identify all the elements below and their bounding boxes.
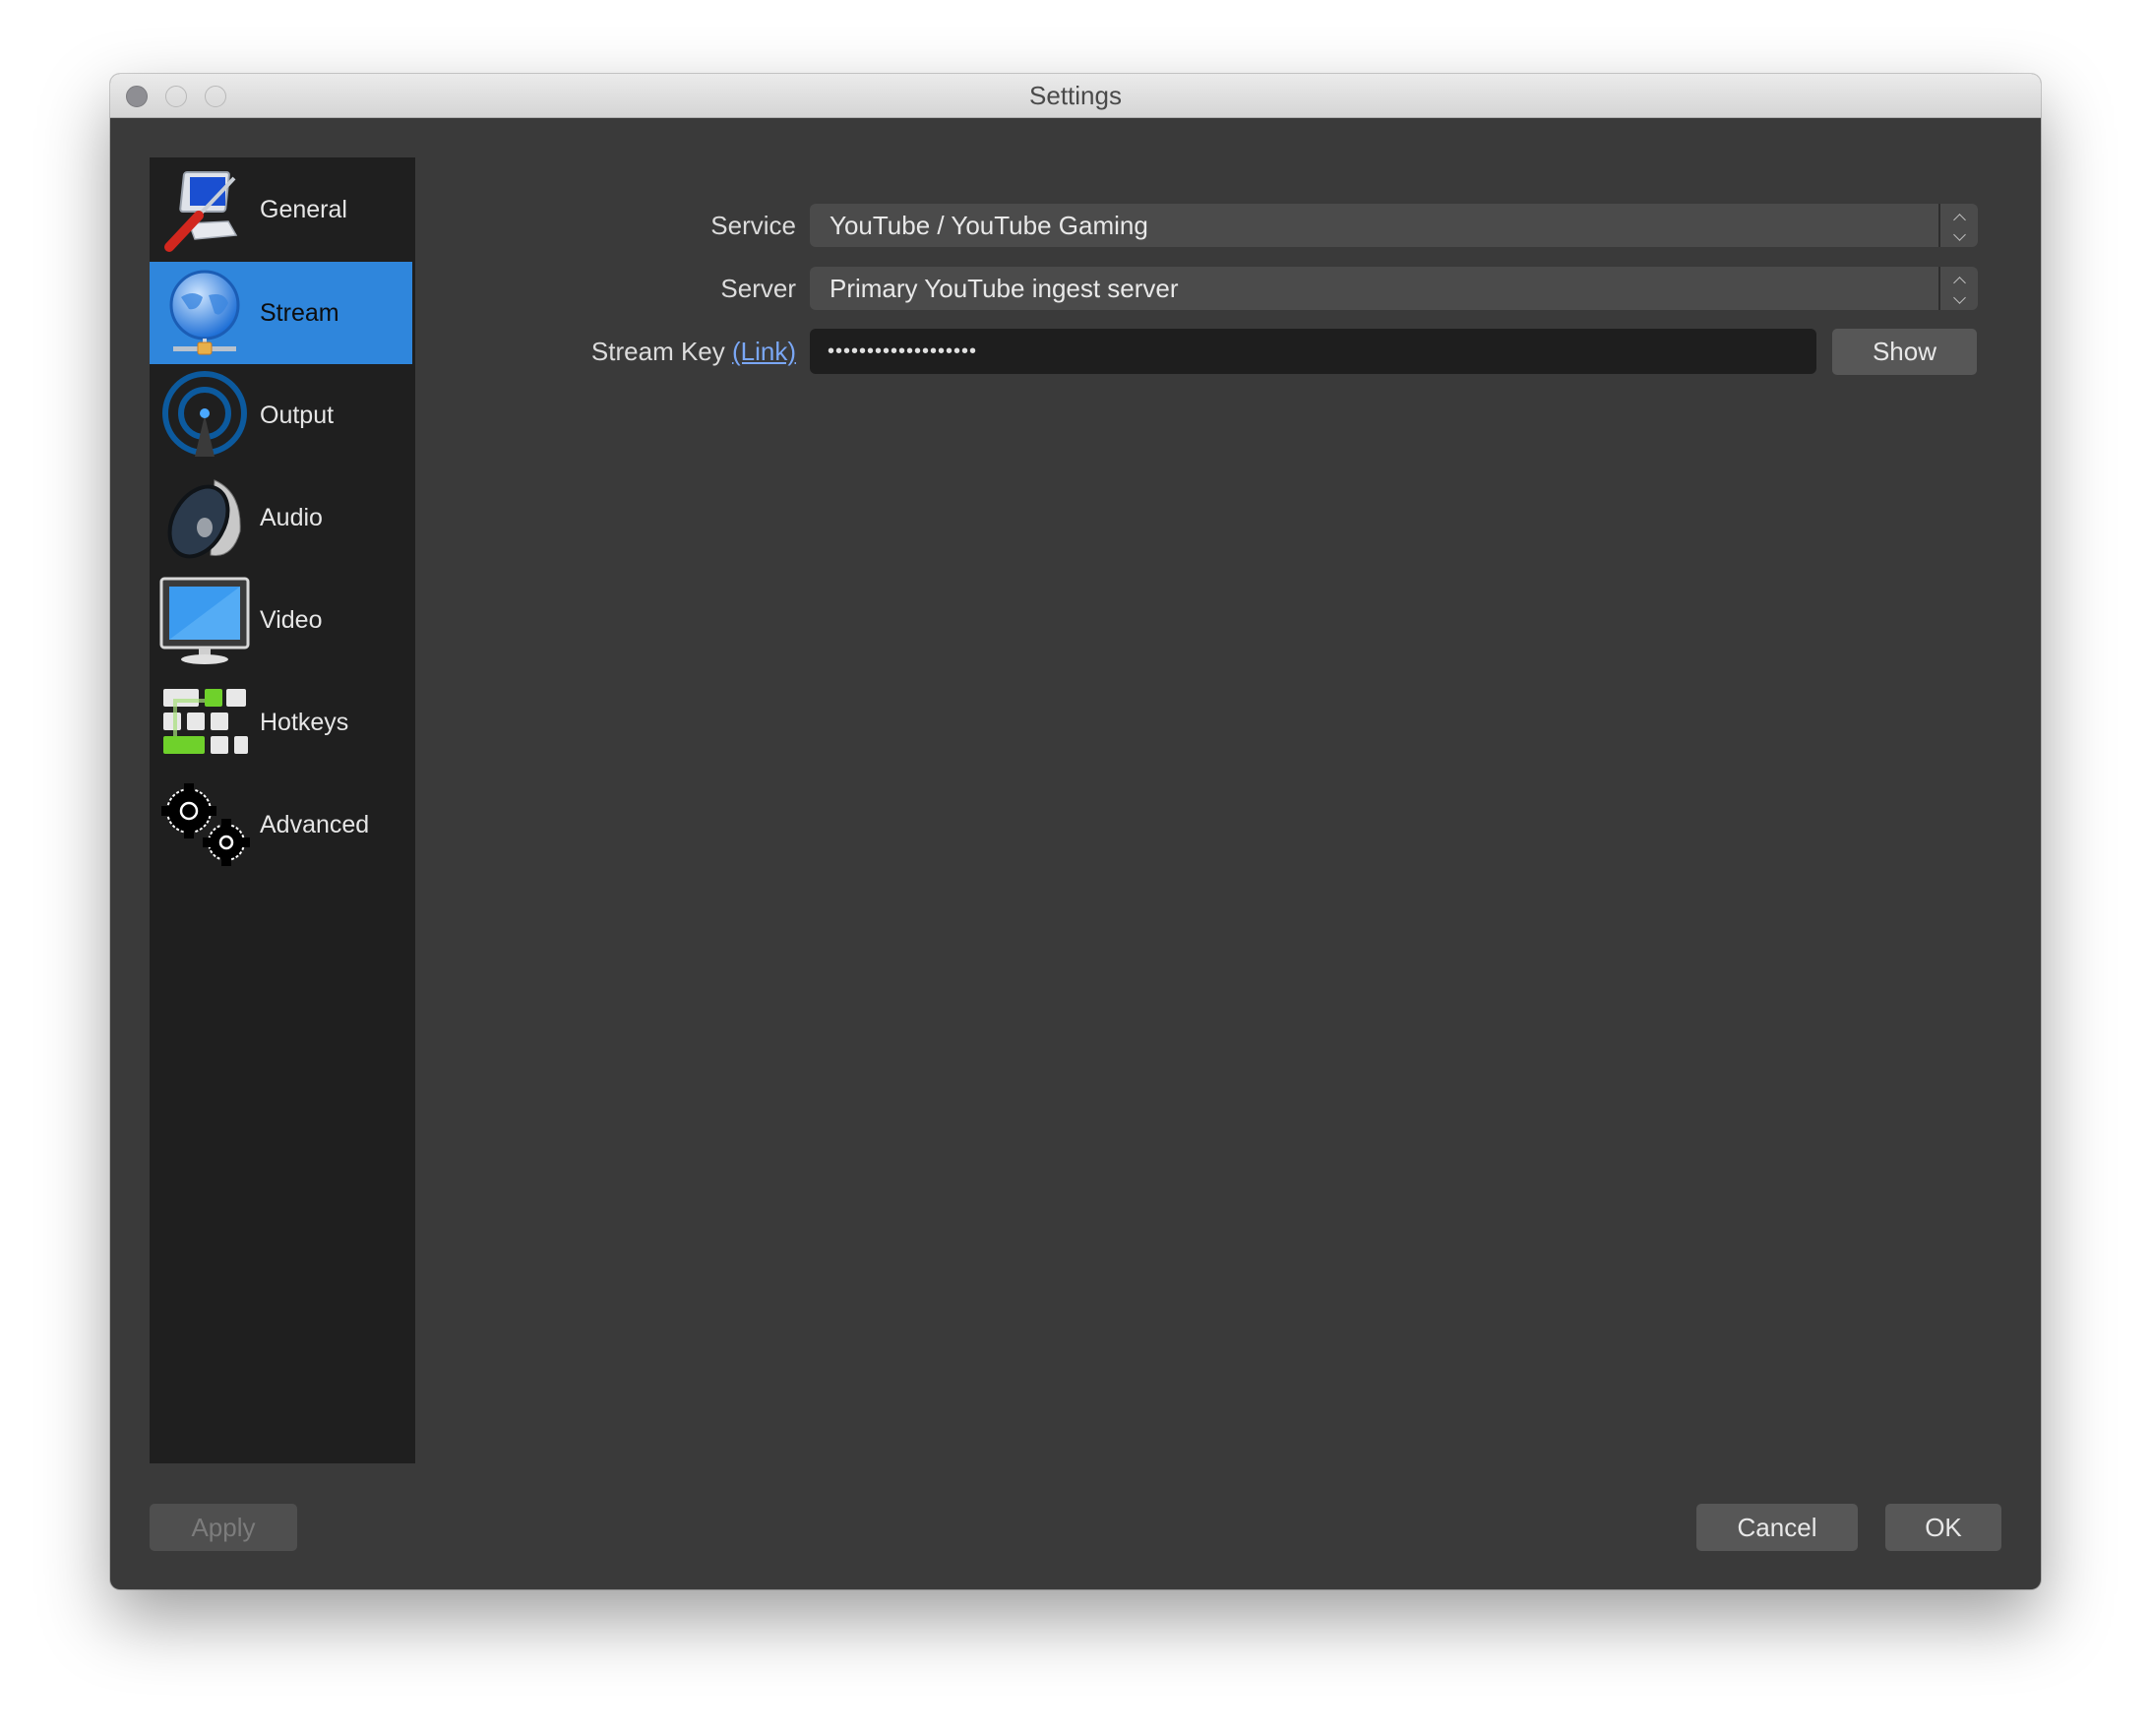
sidebar-item-stream[interactable]: Stream (150, 262, 412, 364)
apply-button[interactable]: Apply (150, 1504, 297, 1551)
sidebar-item-hotkeys[interactable]: Hotkeys (150, 671, 412, 774)
sidebar-item-video[interactable]: Video (150, 569, 412, 671)
stream-key-label: Stream Key (Link) (591, 329, 796, 374)
sidebar-label: Video (260, 605, 323, 634)
window-title: Settings (1029, 81, 1122, 110)
sidebar-label: Stream (260, 298, 339, 327)
up-down-chevron-icon (1938, 204, 1978, 247)
show-key-button[interactable]: Show (1832, 329, 1977, 375)
cancel-button[interactable]: Cancel (1696, 1504, 1858, 1551)
stream-key-label-text: Stream Key (590, 337, 725, 366)
sidebar-label: Output (260, 401, 335, 429)
server-label: Server (720, 274, 796, 303)
up-down-chevron-icon (1938, 267, 1978, 310)
stream-key-value: ••••••••••••••••••• (828, 341, 978, 362)
server-value: Primary YouTube ingest server (830, 274, 1179, 303)
service-label: Service (710, 211, 796, 240)
gears-icon (157, 777, 252, 872)
globe-network-icon (157, 266, 252, 360)
server-dropdown[interactable]: Primary YouTube ingest server (810, 267, 1978, 310)
ok-button[interactable]: OK (1885, 1504, 2001, 1551)
settings-sidebar: General Stream Output Audio Video Hotkey… (150, 157, 415, 1463)
sidebar-item-output[interactable]: Output (150, 364, 412, 466)
sidebar-item-advanced[interactable]: Advanced (150, 774, 412, 876)
service-value: YouTube / YouTube Gaming (830, 211, 1148, 240)
keyboard-keys-icon (157, 675, 252, 770)
speaker-icon (157, 470, 252, 565)
sidebar-label: Hotkeys (260, 708, 349, 736)
stream-key-input[interactable]: ••••••••••••••••••• (810, 329, 1816, 374)
settings-window: Settings General Stream Output Audio Vid… (110, 74, 2041, 1589)
sidebar-label: Advanced (260, 810, 370, 838)
sidebar-item-general[interactable]: General (150, 158, 412, 261)
sidebar-item-audio[interactable]: Audio (150, 466, 412, 569)
service-dropdown[interactable]: YouTube / YouTube Gaming (810, 204, 1978, 247)
sidebar-label: General (260, 195, 347, 223)
sidebar-label: Audio (260, 503, 323, 531)
monitor-screwdriver-icon (157, 162, 252, 257)
display-monitor-icon (157, 573, 252, 667)
broadcast-antenna-icon (157, 368, 252, 463)
title-bar[interactable]: Settings (110, 74, 2041, 118)
stream-key-link[interactable]: (Link) (732, 337, 796, 366)
